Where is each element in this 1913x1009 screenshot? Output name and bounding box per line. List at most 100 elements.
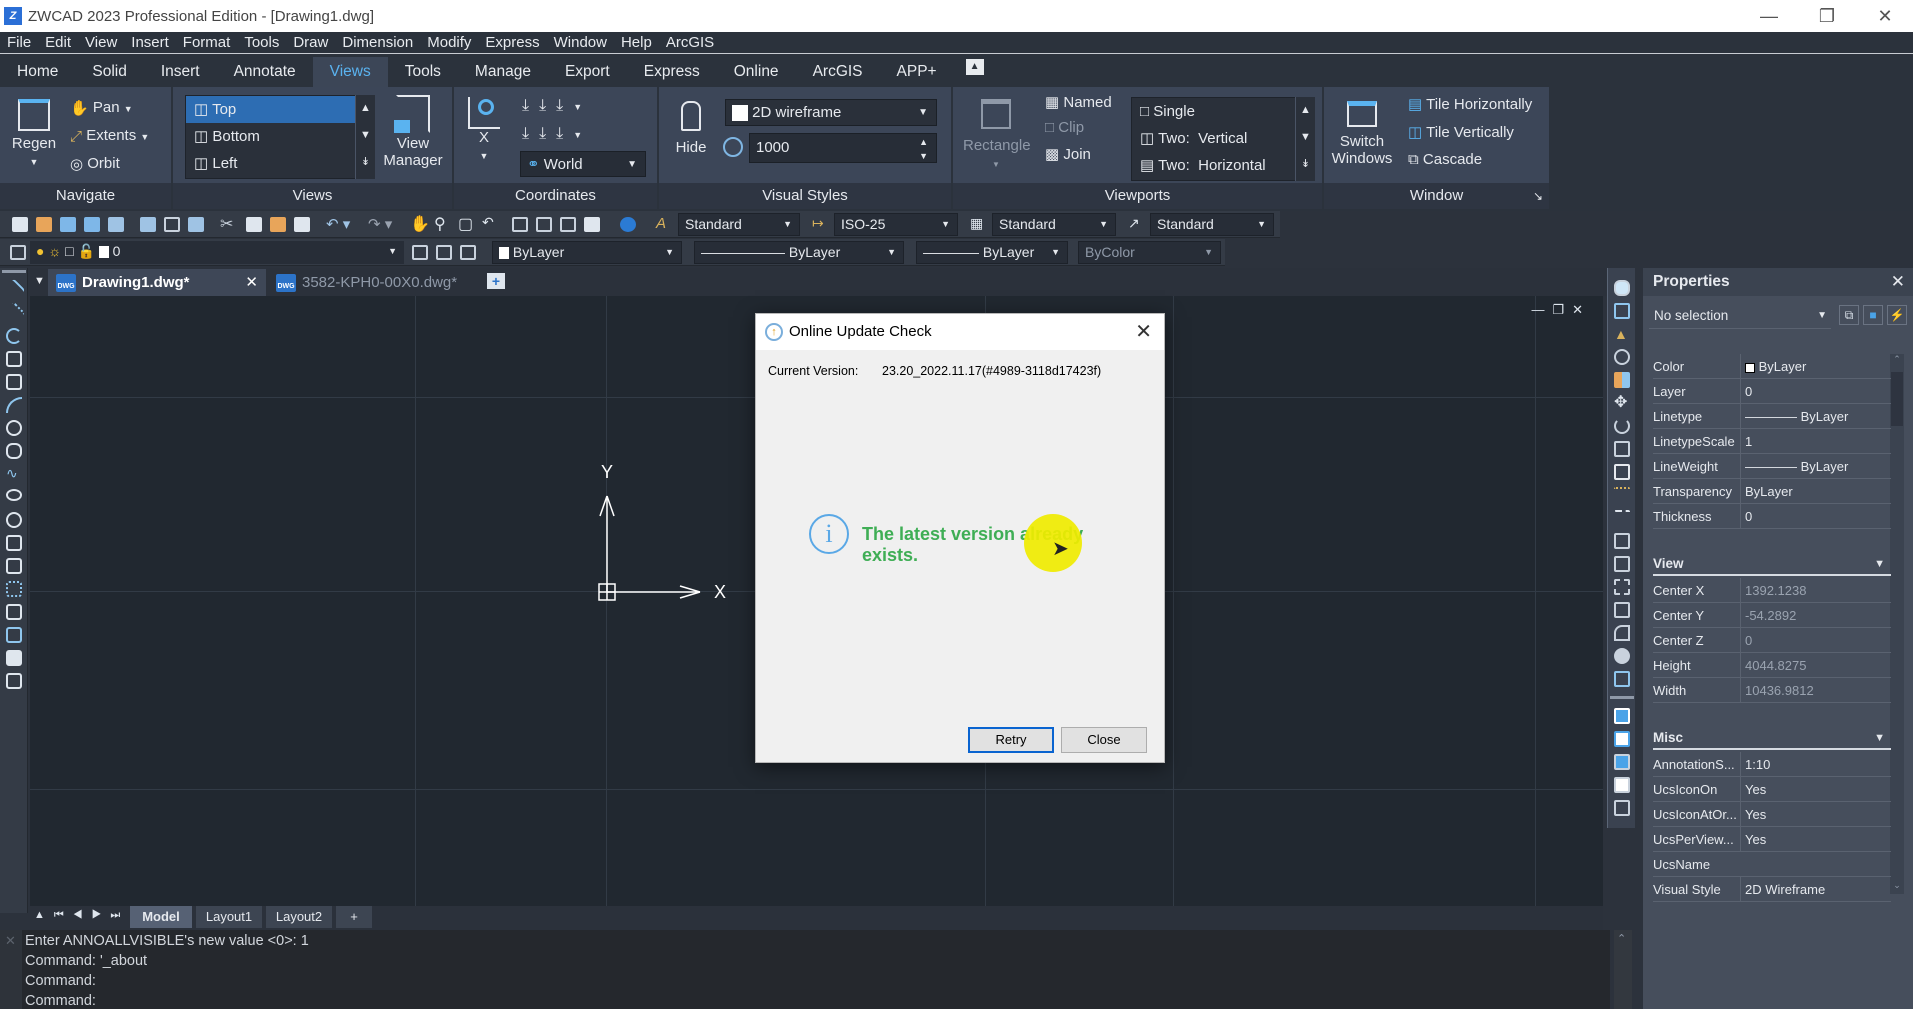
mirror-icon[interactable]: ▲	[1614, 326, 1630, 342]
layer-states-icon[interactable]	[460, 245, 476, 260]
text-to-front-icon[interactable]	[1614, 800, 1630, 816]
viewport-single[interactable]: □ Single	[1132, 98, 1295, 125]
scroll-down-icon[interactable]: ⌄	[1890, 880, 1904, 894]
zoom-previous-icon[interactable]: ↶	[482, 214, 494, 231]
layout-tab-layout2[interactable]: Layout2	[266, 906, 332, 928]
command-scrollbar[interactable]: ⌃	[1614, 930, 1632, 1009]
tile-horizontally-button[interactable]: ▤ Tile Horizontally	[1408, 95, 1532, 113]
prop-row-center-z[interactable]: Center Z 0	[1653, 628, 1891, 653]
table-style-combo[interactable]: Standard ▼	[992, 213, 1116, 236]
menu-edit[interactable]: Edit	[38, 34, 78, 51]
menu-help[interactable]: Help	[614, 34, 659, 51]
menu-express[interactable]: Express	[478, 34, 546, 51]
orbit-button[interactable]: ◎ Orbit	[70, 155, 120, 173]
layout-tab-layout1[interactable]: Layout1	[196, 906, 262, 928]
menu-arcgis[interactable]: ArcGIS	[659, 34, 721, 51]
plot-preview-icon[interactable]	[164, 217, 180, 232]
join-button[interactable]: ▩ Join	[1045, 145, 1091, 163]
linetype-combo[interactable]: —————— ByLayer ▼	[694, 241, 904, 264]
make-current-icon[interactable]	[412, 245, 428, 260]
scroll-thumb[interactable]	[1891, 372, 1903, 426]
save-as-icon[interactable]	[84, 217, 100, 232]
spline-icon[interactable]: ∿	[6, 466, 22, 482]
markup-icon[interactable]	[584, 217, 600, 232]
tab-insert[interactable]: Insert	[144, 57, 217, 87]
undo-icon[interactable]: ↶ ▾	[326, 215, 350, 233]
menu-file[interactable]: File	[0, 34, 38, 51]
command-window-handle[interactable]: ✕	[0, 930, 22, 1009]
spinner-icon[interactable]: ▲ ▼	[919, 135, 928, 163]
prop-row-visual-style[interactable]: Visual Style 2D Wireframe	[1653, 877, 1891, 902]
prop-row-height[interactable]: Height 4044.8275	[1653, 653, 1891, 678]
copy-object-icon[interactable]	[1614, 303, 1630, 319]
trim-icon[interactable]	[1614, 487, 1630, 503]
explode-icon[interactable]	[1614, 648, 1630, 664]
minimize-button[interactable]: —	[1740, 0, 1798, 32]
prop-row-ucsiconon[interactable]: UcsIconOn Yes	[1653, 777, 1891, 802]
tab-home[interactable]: Home	[0, 57, 75, 87]
mtext-icon[interactable]	[6, 673, 22, 689]
misc-section-header[interactable]: Misc ▼	[1653, 726, 1891, 750]
lineweight-combo[interactable]: ———— ByLayer ▼	[916, 241, 1068, 264]
menu-format[interactable]: Format	[176, 34, 238, 51]
scroll-up-icon[interactable]: ⌃	[1617, 932, 1626, 945]
menu-dimension[interactable]: Dimension	[335, 34, 420, 51]
tab-online[interactable]: Online	[717, 57, 796, 87]
draworder-front-icon[interactable]	[1614, 708, 1630, 724]
offset-icon[interactable]	[1614, 349, 1630, 365]
move-icon[interactable]: ✥	[1614, 395, 1630, 411]
viewport-two-vertical[interactable]: ◫ Two: Vertical	[1132, 125, 1295, 152]
prop-row-linetype[interactable]: Linetype ———— ByLayer	[1653, 404, 1891, 429]
make-block-icon[interactable]	[6, 558, 22, 574]
arc-icon[interactable]	[6, 397, 22, 413]
erase-icon[interactable]	[1614, 280, 1630, 296]
tab-arcgis[interactable]: ArcGIS	[796, 57, 880, 87]
polygon-icon[interactable]	[6, 351, 22, 367]
prop-row-ucsname[interactable]: UcsName	[1653, 852, 1891, 877]
line-icon[interactable]	[2, 278, 26, 302]
layout-tab-model[interactable]: Model	[130, 906, 192, 928]
menu-draw[interactable]: Draw	[286, 34, 335, 51]
ellipse-icon[interactable]	[6, 489, 22, 501]
copy-icon[interactable]	[246, 217, 262, 232]
point-icon[interactable]	[6, 581, 22, 597]
design-center-icon[interactable]	[536, 217, 552, 232]
views-list[interactable]: ◫ Top ◫ Bottom ◫ Left	[185, 95, 357, 179]
tab-solid[interactable]: Solid	[75, 57, 143, 87]
text-style-combo[interactable]: Standard ▼	[678, 213, 800, 236]
doc-tab-drawing1[interactable]: DWG Drawing1.dwg* ✕	[48, 269, 266, 296]
tab-export[interactable]: Export	[548, 57, 627, 87]
ucs-combo[interactable]: ⚭ World ▼	[520, 151, 646, 177]
menu-view[interactable]: View	[78, 34, 124, 51]
toolbar-grip[interactable]	[1610, 696, 1634, 699]
visual-style-combo[interactable]: 2D wireframe ▼	[725, 99, 937, 126]
ucs-tools-row1[interactable]: ⤓⤓⤓▼	[522, 97, 632, 115]
region-icon[interactable]	[6, 627, 22, 643]
help-icon[interactable]	[620, 217, 636, 232]
select-objects-icon[interactable]: ■	[1863, 305, 1883, 325]
tab-list-chevron-icon[interactable]: ▼	[34, 275, 45, 287]
rotate-icon[interactable]	[1614, 418, 1630, 434]
tab-views[interactable]: Views	[312, 57, 388, 87]
doc-window-controls[interactable]: —❐✕	[1531, 302, 1591, 318]
viewport-two-horizontal[interactable]: ▤ Two: Horizontal	[1132, 152, 1295, 179]
toolbar-grip[interactable]	[2, 270, 26, 273]
prop-row-transparency[interactable]: Transparency ByLayer	[1653, 479, 1891, 504]
panel-launcher-icon[interactable]: ↘	[1533, 183, 1543, 209]
close-icon[interactable]: ✕	[1891, 268, 1905, 296]
chamfer-icon[interactable]	[1614, 602, 1630, 618]
fillet-icon[interactable]	[1614, 625, 1630, 641]
save-all-icon[interactable]	[108, 217, 124, 232]
selection-combo[interactable]: No selection ▼	[1649, 303, 1831, 329]
prop-row-color[interactable]: Color ByLayer	[1653, 354, 1891, 379]
redo-icon[interactable]: ↷ ▾	[368, 215, 392, 233]
zoom-realtime-icon[interactable]: ⚲	[434, 214, 446, 234]
tab-tools[interactable]: Tools	[388, 57, 458, 87]
join-objects-icon[interactable]	[1614, 579, 1630, 595]
new-tab-button[interactable]: +	[487, 273, 505, 289]
tab-manage[interactable]: Manage	[458, 57, 548, 87]
close-icon[interactable]: ✕	[5, 933, 16, 949]
table-icon[interactable]	[6, 650, 22, 666]
regen-button[interactable]: Regen ▼	[10, 99, 58, 171]
close-tab-icon[interactable]: ✕	[245, 269, 258, 296]
